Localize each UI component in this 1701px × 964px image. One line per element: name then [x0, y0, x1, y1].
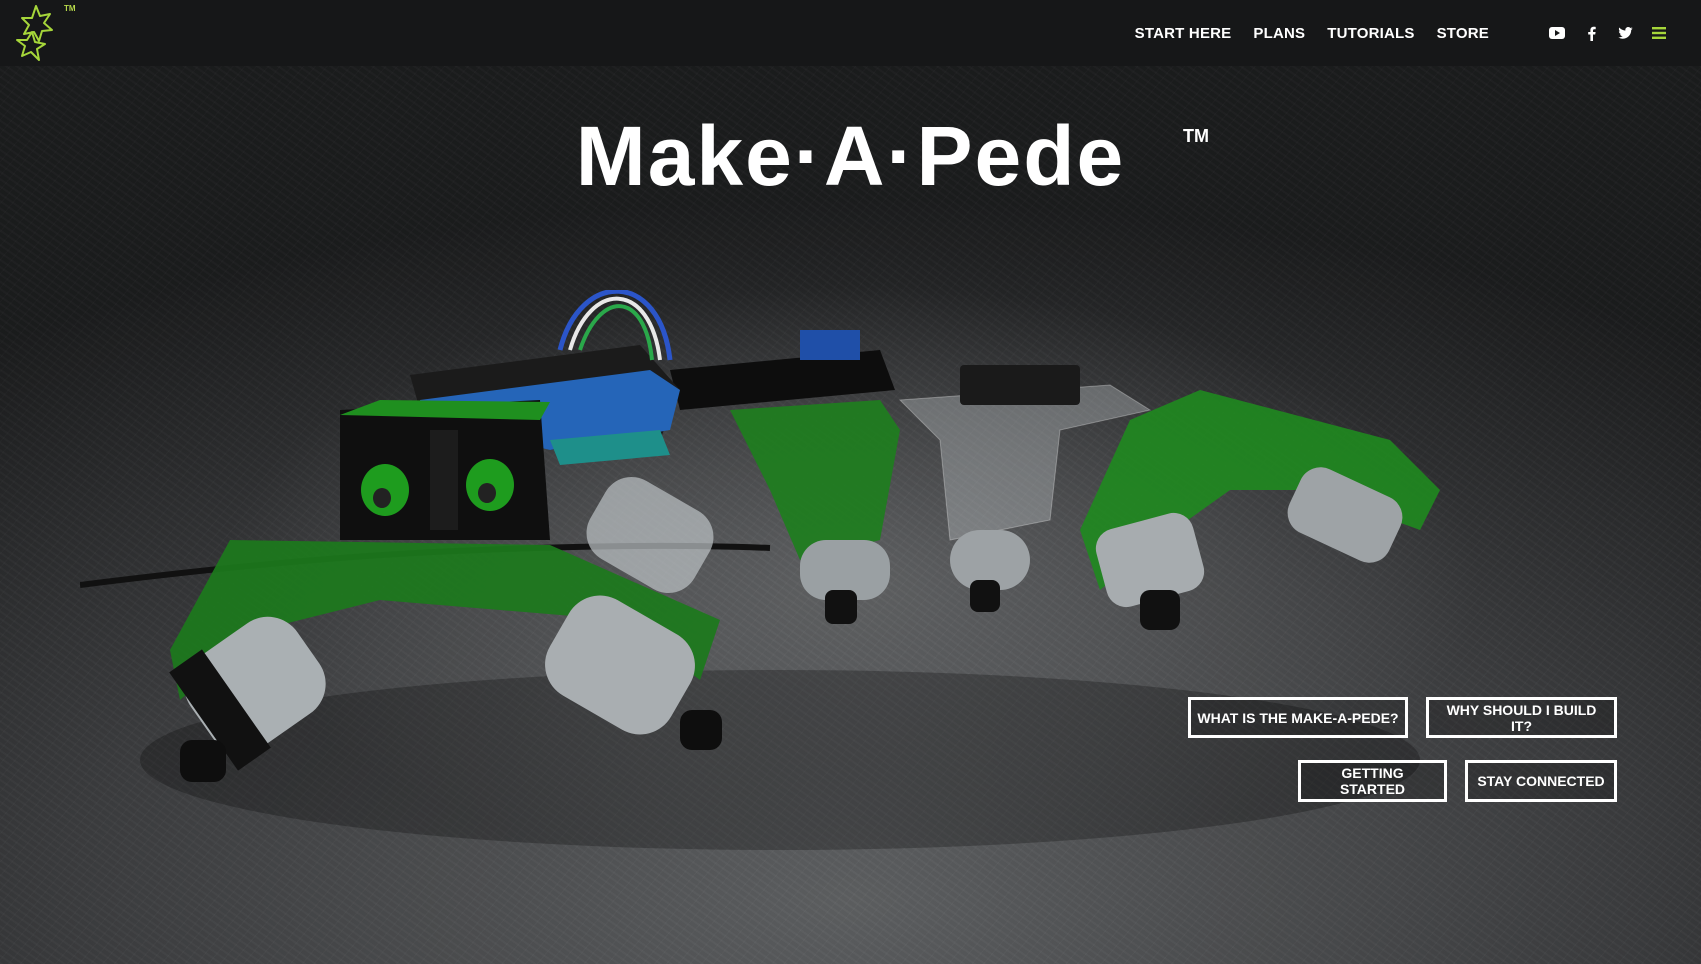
nav-plans[interactable]: PLANS: [1253, 25, 1305, 42]
logo-trademark: TM: [64, 4, 76, 13]
getting-started-button[interactable]: GETTING STARTED: [1298, 760, 1447, 802]
what-is-make-a-pede-button[interactable]: WHAT IS THE MAKE-A-PEDE?: [1188, 697, 1408, 738]
hero-title-block: Make·A·Pede TM: [0, 108, 1701, 204]
nav-tutorials[interactable]: TUTORIALS: [1327, 25, 1414, 42]
menu-icon[interactable]: [1651, 25, 1667, 41]
facebook-icon[interactable]: [1583, 25, 1599, 41]
hero-title-trademark: TM: [1183, 126, 1209, 146]
star-cluster-logo-icon[interactable]: [12, 4, 60, 62]
main-nav: START HERE PLANS TUTORIALS STORE: [1135, 0, 1489, 66]
hero-title: Make·A·Pede: [575, 109, 1126, 203]
nav-store[interactable]: STORE: [1437, 25, 1489, 42]
stay-connected-button[interactable]: STAY CONNECTED: [1465, 760, 1617, 802]
why-build-it-button[interactable]: WHY SHOULD I BUILD IT?: [1426, 697, 1617, 738]
youtube-icon[interactable]: [1549, 25, 1565, 41]
navbar: TM START HERE PLANS TUTORIALS STORE: [0, 0, 1701, 66]
social-icons: [1549, 0, 1667, 66]
twitter-icon[interactable]: [1617, 25, 1633, 41]
nav-start-here[interactable]: START HERE: [1135, 25, 1232, 42]
